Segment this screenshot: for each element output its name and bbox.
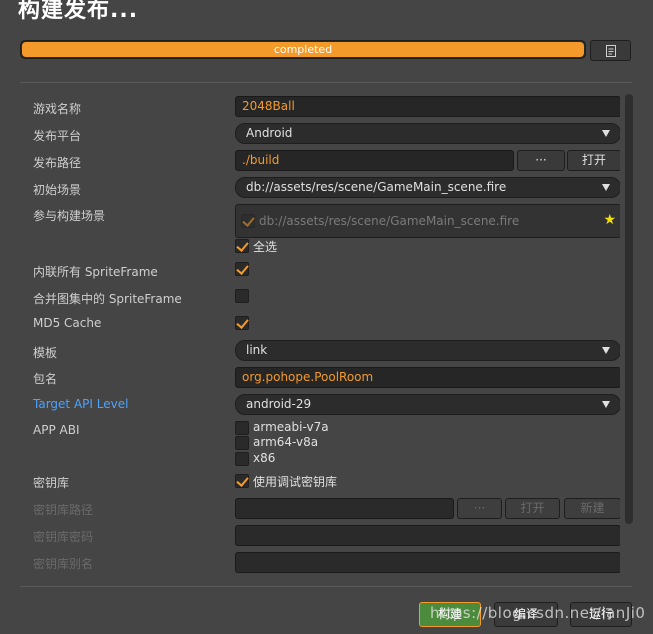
start-scene-select[interactable]: db://assets/res/scene/GameMain_scene.fir… — [235, 177, 620, 198]
abi-arm64-checkbox[interactable] — [235, 436, 249, 450]
window-title: 构建发布... — [18, 0, 139, 23]
progress-label: completed — [273, 43, 333, 56]
included-scenes-label: 参与构建场景 — [33, 209, 106, 223]
build-settings-panel: 游戏名称 2048Ball 发布平台 Android 发布路径 ./build … — [20, 86, 620, 576]
platform-value: Android — [246, 126, 293, 140]
abi-x86-label: x86 — [253, 451, 276, 465]
abi-armeabi-checkbox[interactable] — [235, 421, 249, 435]
keystore-password-input — [235, 525, 620, 546]
build-path-input[interactable]: ./build — [235, 150, 514, 171]
select-all-checkbox[interactable] — [235, 239, 249, 253]
target-api-label[interactable]: Target API Level — [33, 397, 128, 411]
start-scene-label: 初始场景 — [33, 183, 82, 197]
chevron-down-icon — [602, 401, 610, 408]
build-path-browse-button[interactable]: ··· — [517, 150, 565, 171]
star-icon: ★ — [603, 212, 616, 228]
scene-item: db://assets/res/scene/GameMain_scene.fir… — [259, 214, 520, 228]
platform-label: 发布平台 — [33, 129, 82, 143]
chevron-down-icon — [602, 184, 610, 191]
build-progress-bar: completed — [20, 40, 586, 59]
target-api-value: android-29 — [246, 397, 312, 411]
build-path-label: 发布路径 — [33, 156, 82, 170]
keystore-path-label: 密钥库路径 — [33, 503, 94, 517]
keystore-password-label: 密钥库密码 — [33, 530, 94, 544]
start-scene-value: db://assets/res/scene/GameMain_scene.fir… — [246, 180, 507, 194]
open-log-button[interactable] — [590, 40, 631, 61]
build-path-open-button[interactable]: 打开 — [567, 150, 620, 171]
inline-spriteframe-checkbox[interactable] — [235, 262, 249, 276]
keystore-open-button: 打开 — [505, 498, 560, 519]
template-value: link — [246, 343, 268, 357]
chevron-down-icon — [602, 347, 610, 354]
chevron-down-icon — [602, 130, 610, 137]
package-name-label: 包名 — [33, 372, 58, 386]
keystore-alias-input — [235, 552, 620, 573]
game-name-label: 游戏名称 — [33, 102, 82, 116]
bottom-divider — [20, 586, 632, 587]
keystore-path-input — [235, 498, 454, 519]
included-scenes-list: db://assets/res/scene/GameMain_scene.fir… — [235, 204, 620, 238]
select-all-label: 全选 — [253, 240, 278, 254]
keystore-alias-label: 密钥库别名 — [33, 557, 94, 571]
vertical-scrollbar[interactable] — [624, 86, 634, 576]
md5-cache-checkbox[interactable] — [235, 316, 249, 330]
keystore-browse-button: ··· — [457, 498, 502, 519]
keystore-new-button: 新建 — [564, 498, 620, 519]
inline-spriteframe-label: 内联所有 SpriteFrame — [33, 265, 158, 279]
template-label: 模板 — [33, 346, 58, 360]
merge-spriteframe-checkbox[interactable] — [235, 289, 249, 303]
game-name-input[interactable]: 2048Ball — [235, 96, 620, 117]
platform-select[interactable]: Android — [235, 123, 620, 144]
scene-checkbox — [241, 214, 255, 228]
abi-x86-checkbox[interactable] — [235, 452, 249, 466]
md5-cache-label: MD5 Cache — [33, 316, 102, 330]
keystore-label: 密钥库 — [33, 476, 70, 490]
top-divider — [20, 82, 632, 83]
debug-keystore-checkbox[interactable] — [235, 474, 249, 488]
watermark-text: https://blog.csdn.net/ianJi0 — [430, 604, 646, 622]
debug-keystore-label: 使用调试密钥库 — [253, 475, 338, 489]
app-abi-label: APP ABI — [33, 423, 80, 437]
document-icon — [605, 44, 616, 57]
abi-arm64-label: arm64-v8a — [253, 435, 319, 449]
merge-spriteframe-label: 合并图集中的 SpriteFrame — [33, 292, 182, 306]
target-api-select[interactable]: android-29 — [235, 394, 620, 415]
template-select[interactable]: link — [235, 340, 620, 361]
package-name-input[interactable]: org.pohope.PoolRoom — [235, 367, 620, 388]
abi-armeabi-label: armeabi-v7a — [253, 420, 329, 434]
scrollbar-thumb[interactable] — [625, 94, 633, 524]
